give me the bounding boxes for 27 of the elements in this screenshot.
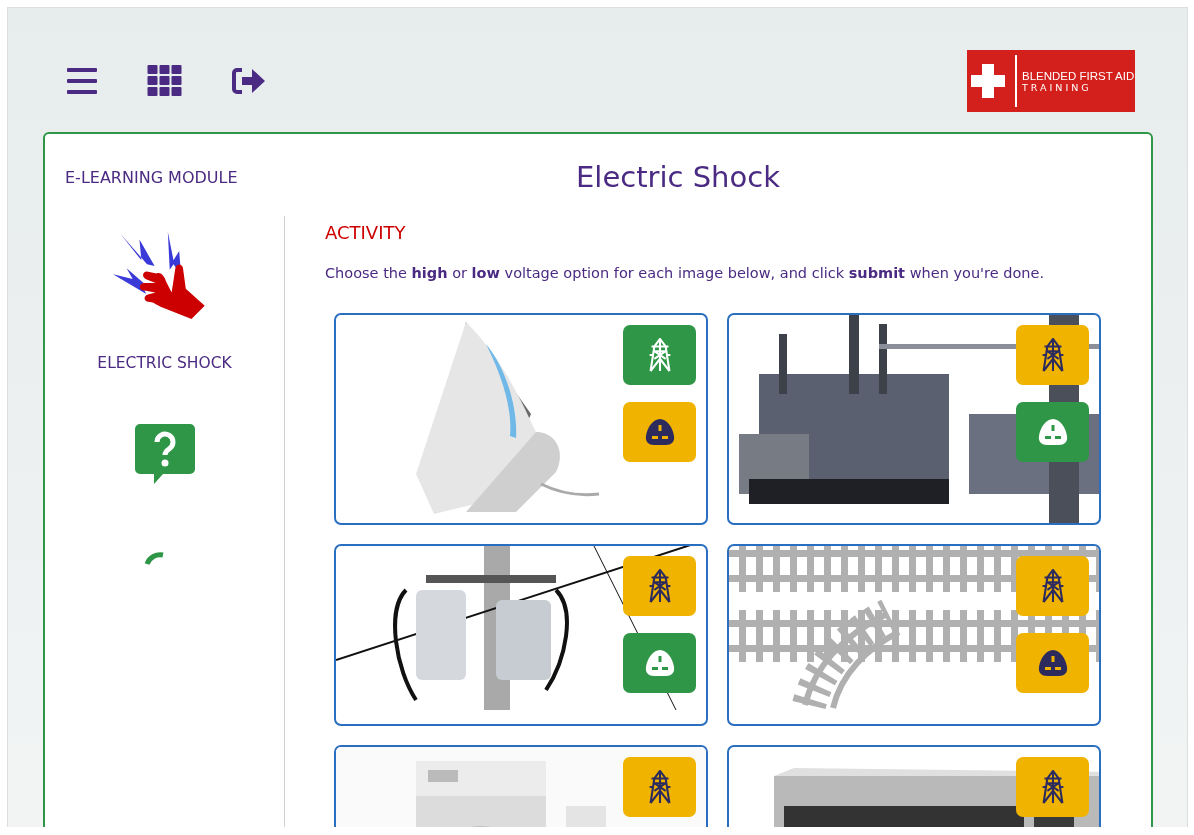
high-voltage-button[interactable]	[623, 325, 696, 385]
instructions: Choose the high or low voltage option for each image below, and click submit when you're done.	[325, 265, 1046, 281]
high-voltage-button[interactable]	[1016, 325, 1089, 385]
high-voltage-button[interactable]	[623, 757, 696, 817]
page-title: Electric Shock	[575, 160, 781, 194]
high-voltage-button[interactable]	[1016, 757, 1089, 817]
low-voltage-button[interactable]	[1016, 402, 1089, 462]
logo-name: BLENDED FIRST AID	[1022, 69, 1135, 82]
low-voltage-button[interactable]	[623, 633, 696, 693]
activity-heading: ACTIVITY	[325, 222, 407, 243]
logout-icon[interactable]	[232, 67, 266, 95]
grid-icon[interactable]	[147, 65, 182, 97]
plug-socket-icon	[1037, 649, 1068, 677]
menu-icon[interactable]	[67, 67, 97, 95]
plug-socket-icon	[1037, 418, 1068, 446]
low-voltage-button[interactable]	[623, 402, 696, 462]
cross-icon	[971, 64, 1005, 98]
logo-tagline: TRAINING	[1022, 81, 1093, 93]
high-voltage-button[interactable]	[623, 556, 696, 616]
high-voltage-button[interactable]	[1016, 556, 1089, 616]
question-bubble-icon[interactable]	[134, 424, 195, 484]
plug-socket-icon	[644, 418, 675, 446]
topic-label: ELECTRIC SHOCK	[97, 354, 232, 372]
low-voltage-button[interactable]	[1016, 633, 1089, 693]
plug-socket-icon	[644, 649, 675, 677]
spinner-icon	[143, 552, 166, 566]
module-label: E-LEARNING MODULE	[65, 167, 239, 187]
